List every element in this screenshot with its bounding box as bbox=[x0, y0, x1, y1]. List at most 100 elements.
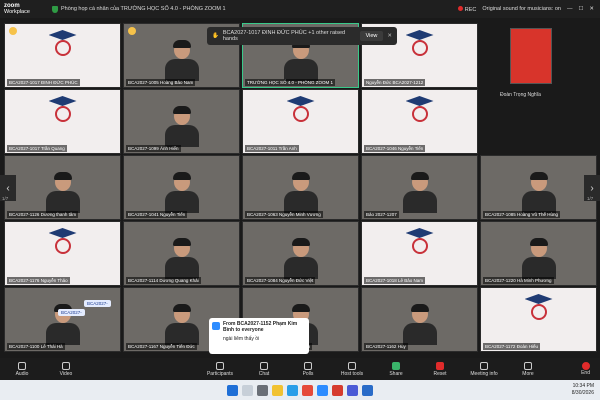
participant-video bbox=[164, 172, 199, 213]
self-view-name: Đoàn Trọng Nghĩa bbox=[500, 92, 541, 98]
participant-tile[interactable]: BCA2027-1126 Dương thanh tâm bbox=[4, 155, 121, 220]
participant-video bbox=[283, 172, 318, 213]
window-titlebar: zoom Workplace Phòng họp cá nhân của TRƯ… bbox=[0, 0, 600, 18]
participant-tile[interactable]: BCA2027-1100 Lê Thái Hà bbox=[4, 287, 121, 352]
participant-tile[interactable]: BCA2027-1220 Hà Minh Phương bbox=[480, 221, 597, 286]
participant-name: BCA2027-1018 Lê Bảo Nam bbox=[364, 277, 426, 284]
participant-name: BCA2027-1114 Dương Quang Khải bbox=[126, 277, 201, 284]
participant-tile[interactable]: BCA2027-1176 Nguyễn Thảo bbox=[4, 221, 121, 286]
camera-icon bbox=[62, 361, 70, 370]
page-indicator-right: 1/7 bbox=[587, 196, 594, 201]
participant-video bbox=[402, 304, 437, 345]
participant-badge: BCA2027- bbox=[84, 300, 111, 307]
edge-browser-icon[interactable] bbox=[287, 384, 298, 396]
zoom-app-icon[interactable] bbox=[317, 384, 328, 396]
school-crest-logo bbox=[398, 228, 442, 268]
os-taskbar: 10:34 PM 8/30/2026 bbox=[0, 380, 600, 400]
participant-tile[interactable]: BCA2027-1017 ĐINH ĐỨC PHÚC bbox=[4, 23, 121, 88]
close-icon[interactable]: ✕ bbox=[589, 6, 594, 12]
record-icon bbox=[436, 361, 444, 370]
share-button[interactable]: Share bbox=[374, 361, 418, 377]
task-view-icon[interactable] bbox=[257, 384, 268, 396]
rec-dot-icon bbox=[457, 5, 463, 11]
end-meeting-button[interactable]: End bbox=[581, 362, 590, 376]
participant-name: BCA2027-1167 Nguyễn Tiến Đức bbox=[126, 343, 197, 350]
participant-badge: BCA2027- bbox=[58, 309, 85, 316]
app-icon[interactable] bbox=[347, 384, 358, 396]
school-crest-logo bbox=[279, 96, 323, 136]
raised-hands-notification: ✋ BCA2027-1017 ĐINH ĐỨC PHÚC +1 other ra… bbox=[207, 27, 397, 45]
participant-name: BCA2027-1041 Nguyễn Tiến bbox=[126, 211, 188, 218]
school-crest-logo bbox=[41, 30, 85, 70]
word-icon[interactable] bbox=[362, 384, 373, 396]
participant-tile[interactable]: BCA2027-1099 Ánh Hiển bbox=[123, 89, 240, 154]
participant-video bbox=[164, 304, 199, 345]
microphone-icon bbox=[18, 361, 26, 370]
file-explorer-icon[interactable] bbox=[272, 384, 283, 396]
maximize-icon[interactable]: ☐ bbox=[578, 6, 583, 12]
participant-tile[interactable]: BCA2027-1011 Trần Anh bbox=[242, 89, 359, 154]
participant-tile[interactable]: Bảo 2027-1207 bbox=[361, 155, 478, 220]
participant-tile[interactable]: BCA2027-1114 Dương Quang Khải bbox=[123, 221, 240, 286]
participant-video bbox=[164, 238, 199, 279]
ellipsis-icon bbox=[524, 361, 532, 370]
participant-name: BCA2027-1085 Hoàng Vũ Thế Hùng bbox=[483, 211, 560, 218]
participant-tile[interactable]: BCA2027-1084 Nguyễn Đức Việt bbox=[242, 221, 359, 286]
participant-tile[interactable]: BCA2027-1046 Nguyễn Tiến bbox=[361, 89, 478, 154]
search-icon[interactable] bbox=[242, 384, 253, 396]
info-icon bbox=[480, 361, 488, 370]
participant-tile[interactable]: BCA2027-1172 Đoàn Hiếu bbox=[480, 287, 597, 352]
participant-name: BCA2027-1172 Đoàn Hiếu bbox=[483, 343, 540, 350]
chat-message-popup[interactable]: From BCA2027-1152 Phạm Kim Bình to every… bbox=[209, 318, 309, 354]
close-icon[interactable]: ✕ bbox=[387, 33, 392, 39]
meeting-toolbar: Audio Video Participants Chat Polls Host… bbox=[0, 358, 600, 380]
participant-name: BCA2027-1084 Nguyễn Đức Việt bbox=[245, 277, 316, 284]
participant-name: BCA2027-1100 Lê Thái Hà bbox=[7, 343, 65, 350]
audio-button[interactable]: Audio bbox=[0, 361, 44, 377]
participant-name: BCA2027-1046 Nguyễn Tiến bbox=[364, 145, 426, 152]
more-button[interactable]: More bbox=[506, 361, 550, 377]
participant-tile[interactable]: BCA2027-1085 Hoàng Vũ Thế Hùng bbox=[480, 155, 597, 220]
hand-icon: ✋ bbox=[212, 33, 219, 39]
participant-video bbox=[164, 106, 199, 147]
window-title: Phòng họp cá nhân của TRƯỜNG HỌC SỐ 4.0 … bbox=[52, 5, 226, 13]
shield-icon bbox=[52, 5, 58, 13]
participant-name: BCA2027-1017 Trần Quang bbox=[7, 145, 67, 152]
self-view-video[interactable] bbox=[510, 28, 552, 84]
participant-video bbox=[521, 238, 556, 279]
participant-tile[interactable]: BCA2027-1018 Lê Bảo Nam bbox=[361, 221, 478, 286]
chevron-right-icon: › bbox=[590, 182, 594, 194]
chat-bubble-icon bbox=[260, 361, 268, 370]
participant-name: BCA2027-1126 Dương thanh tâm bbox=[7, 211, 79, 218]
participants-icon bbox=[216, 361, 224, 370]
participant-name: Nguyễn Đức BCA2027-1212 bbox=[364, 79, 426, 86]
raised-hand-icon bbox=[9, 27, 17, 35]
participant-name: BCA2027-1162 Huy bbox=[364, 343, 408, 350]
video-button[interactable]: Video bbox=[44, 361, 88, 377]
reset-button[interactable]: Reset bbox=[418, 361, 462, 377]
polls-button[interactable]: Polls bbox=[286, 361, 330, 377]
youtube-icon[interactable] bbox=[332, 384, 343, 396]
minimize-icon[interactable]: — bbox=[567, 6, 573, 12]
participant-tile[interactable]: BCA2027-1041 Nguyễn Tiến bbox=[123, 155, 240, 220]
chrome-icon[interactable] bbox=[302, 384, 313, 396]
recording-indicator[interactable]: REC bbox=[457, 5, 476, 13]
chat-button[interactable]: Chat bbox=[242, 361, 286, 377]
share-screen-icon bbox=[392, 361, 400, 370]
school-crest-logo bbox=[41, 228, 85, 268]
meeting-info-button[interactable]: Meeting info bbox=[462, 361, 506, 377]
windows-start-icon[interactable] bbox=[227, 384, 238, 396]
school-crest-logo bbox=[398, 96, 442, 136]
participant-tile[interactable]: BCA2027-1063 Nguyễn Minh Vương bbox=[242, 155, 359, 220]
polls-icon bbox=[304, 361, 312, 370]
participant-tile[interactable]: BCA2027-1162 Huy bbox=[361, 287, 478, 352]
system-tray-clock[interactable]: 10:34 PM 8/30/2026 bbox=[572, 383, 594, 397]
view-button[interactable]: View bbox=[359, 31, 384, 41]
participant-video bbox=[521, 172, 556, 213]
host-tools-button[interactable]: Host tools bbox=[330, 361, 374, 377]
participants-button[interactable]: Participants bbox=[198, 361, 242, 377]
participant-tile[interactable]: BCA2027-1017 Trần Quang bbox=[4, 89, 121, 154]
participant-name: BCA2027-1220 Hà Minh Phương bbox=[483, 277, 554, 284]
participant-video bbox=[164, 40, 199, 81]
original-sound-label[interactable]: Original sound for musicians: on bbox=[482, 6, 561, 12]
